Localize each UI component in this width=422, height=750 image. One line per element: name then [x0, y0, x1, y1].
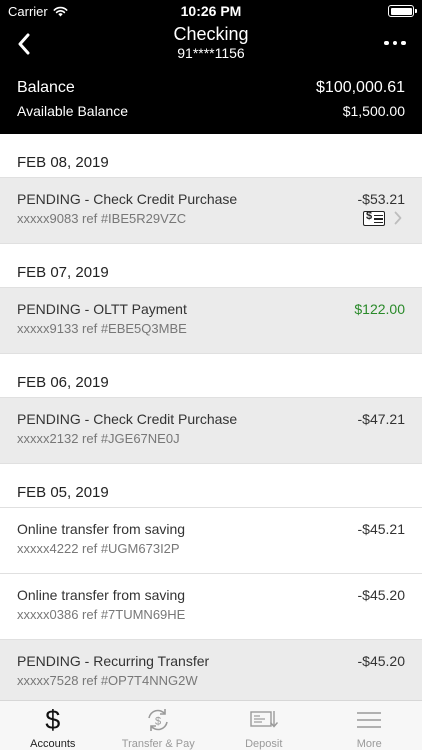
transaction-row[interactable]: Online transfer from saving xxxxx0386 re…	[0, 574, 422, 640]
transaction-reference: xxxxx2132 ref #JGE67NE0J	[17, 431, 180, 446]
tab-accounts[interactable]: $ Accounts	[0, 701, 106, 750]
transaction-amount: -$45.21	[357, 521, 405, 537]
ellipsis-icon	[384, 40, 389, 46]
transaction-reference: xxxxx0386 ref #7TUMN69HE	[17, 607, 186, 622]
menu-icon	[356, 706, 382, 734]
chevron-left-icon	[18, 33, 30, 55]
status-bar: Carrier 10:26 PM	[0, 0, 422, 22]
transaction-reference: xxxxx4222 ref #UGM673I2P	[17, 541, 180, 556]
transaction-row[interactable]: PENDING - Check Credit Purchase xxxxx213…	[0, 398, 422, 464]
transaction-description: PENDING - Check Credit Purchase	[17, 411, 238, 427]
transaction-row[interactable]: Online transfer from saving xxxxx4222 re…	[0, 508, 422, 574]
account-header: Carrier 10:26 PM Checking 91****1156 Bal…	[0, 0, 422, 134]
balance-label: Balance	[17, 79, 75, 96]
back-button[interactable]	[10, 30, 38, 58]
check-image-icon[interactable]: $	[363, 210, 385, 226]
tab-label: Transfer & Pay	[121, 738, 195, 750]
date-header: FEB 07, 2019	[0, 244, 422, 288]
deposit-check-icon	[249, 706, 279, 734]
transaction-row[interactable]: PENDING - Recurring Transfer xxxxx7528 r…	[0, 640, 422, 700]
transaction-description: PENDING - Recurring Transfer	[17, 653, 210, 669]
tab-label: More	[356, 738, 382, 750]
transaction-description: Online transfer from saving	[17, 587, 186, 603]
date-header: FEB 06, 2019	[0, 354, 422, 398]
more-options-button[interactable]	[382, 34, 408, 52]
transaction-description: PENDING - OLTT Payment	[17, 301, 187, 317]
available-balance-value: $1,500.00	[342, 103, 405, 119]
transaction-amount: $122.00	[354, 301, 405, 317]
transaction-amount: -$53.21	[357, 191, 405, 207]
transfer-icon: $	[144, 706, 172, 734]
svg-text:$: $	[155, 716, 161, 728]
date-header: FEB 08, 2019	[0, 134, 422, 178]
tab-transfer-pay[interactable]: $ Transfer & Pay	[106, 701, 212, 750]
account-number: 91****1156	[177, 45, 245, 61]
transaction-reference: xxxxx9133 ref #EBE5Q3MBE	[17, 321, 187, 336]
transaction-reference: xxxxx9083 ref #IBE5R29VZC	[17, 211, 187, 226]
tab-label: Deposit	[245, 738, 283, 750]
transaction-reference: xxxxx7528 ref #OP7T4NNG2W	[17, 673, 198, 688]
date-header: FEB 05, 2019	[0, 464, 422, 508]
transaction-description: Online transfer from saving	[17, 521, 186, 537]
tab-label: Accounts	[30, 738, 76, 750]
transaction-extras: $	[363, 210, 405, 226]
status-time: 10:26 PM	[180, 3, 242, 19]
transaction-row[interactable]: PENDING - Check Credit Purchase xxxxx908…	[0, 178, 422, 244]
page-title: Checking	[173, 24, 249, 44]
transaction-amount: -$45.20	[357, 653, 405, 669]
battery-icon	[388, 5, 417, 17]
transaction-amount: -$45.20	[357, 587, 405, 603]
transaction-list[interactable]: FEB 08, 2019 PENDING - Check Credit Purc…	[0, 134, 422, 700]
balance-value: $100,000.61	[316, 79, 405, 96]
tab-bar: $ Accounts $ Transfer & Pay Deposit More	[0, 700, 422, 750]
available-balance-label: Available Balance	[17, 103, 129, 119]
transaction-amount: -$47.21	[357, 411, 405, 427]
transaction-description: PENDING - Check Credit Purchase	[17, 191, 238, 207]
chevron-right-icon	[391, 210, 405, 226]
dollar-icon: $	[45, 705, 61, 735]
tab-deposit[interactable]: Deposit	[211, 701, 317, 750]
transaction-row[interactable]: PENDING - OLTT Payment xxxxx9133 ref #EB…	[0, 288, 422, 354]
tab-more[interactable]: More	[317, 701, 422, 750]
